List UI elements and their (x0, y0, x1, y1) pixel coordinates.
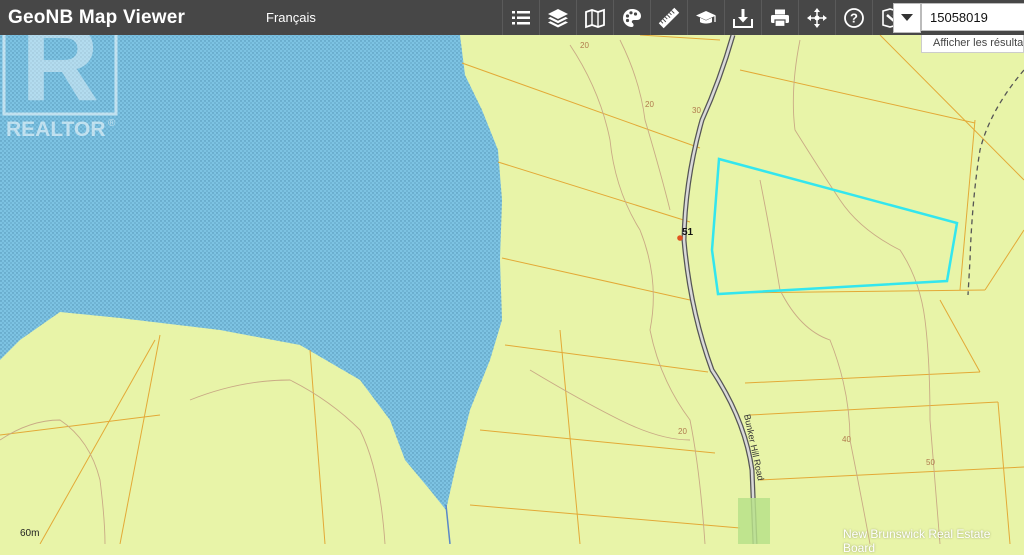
svg-text:REALTOR: REALTOR (6, 118, 106, 141)
svg-text:?: ? (850, 10, 858, 25)
education-icon (696, 10, 716, 23)
share-button[interactable] (798, 0, 835, 35)
list-button[interactable] (502, 0, 539, 35)
contour-label: 50 (926, 458, 935, 467)
print-icon (771, 9, 789, 27)
route-number-label: 51 (682, 227, 694, 238)
scale-bar: 60m (20, 528, 40, 539)
print-button[interactable] (761, 0, 798, 35)
toolbar: ? (502, 0, 909, 35)
share-icon (807, 7, 827, 28)
search-input[interactable] (921, 3, 1024, 31)
contour-label: 20 (678, 427, 687, 436)
watermark-text: New Brunswick Real Estate Board (843, 527, 991, 555)
search-results-hint[interactable]: Afficher les résultats (921, 35, 1024, 53)
download-button[interactable] (724, 0, 761, 35)
contour-label: 30 (692, 106, 701, 115)
app-title: GeoNB Map Viewer (8, 7, 186, 28)
caret-down-icon (901, 14, 913, 21)
contour-label: 20 (645, 100, 654, 109)
palette-icon (623, 8, 641, 27)
search-type-dropdown[interactable] (893, 3, 921, 33)
download-icon (733, 8, 753, 28)
list-icon (512, 10, 530, 24)
style-button[interactable] (613, 0, 650, 35)
svg-text:®: ® (108, 118, 116, 129)
help-button[interactable]: ? (835, 0, 872, 35)
basemap-button[interactable] (576, 0, 613, 35)
basemap-icon (585, 8, 605, 28)
contour-label: 40 (842, 435, 851, 444)
education-button[interactable] (687, 0, 724, 35)
top-bar: GeoNB Map Viewer Français ? (0, 0, 1024, 35)
ruler-icon (658, 7, 680, 28)
layers-icon (548, 8, 568, 27)
help-icon: ? (844, 7, 864, 28)
measure-button[interactable] (650, 0, 687, 35)
layers-button[interactable] (539, 0, 576, 35)
language-toggle-link[interactable]: Français (266, 10, 316, 25)
contour-label: 20 (580, 41, 589, 50)
map-canvas[interactable]: 51 Bunker Hill Road 20 20 30 20 40 50 (0, 0, 1024, 544)
